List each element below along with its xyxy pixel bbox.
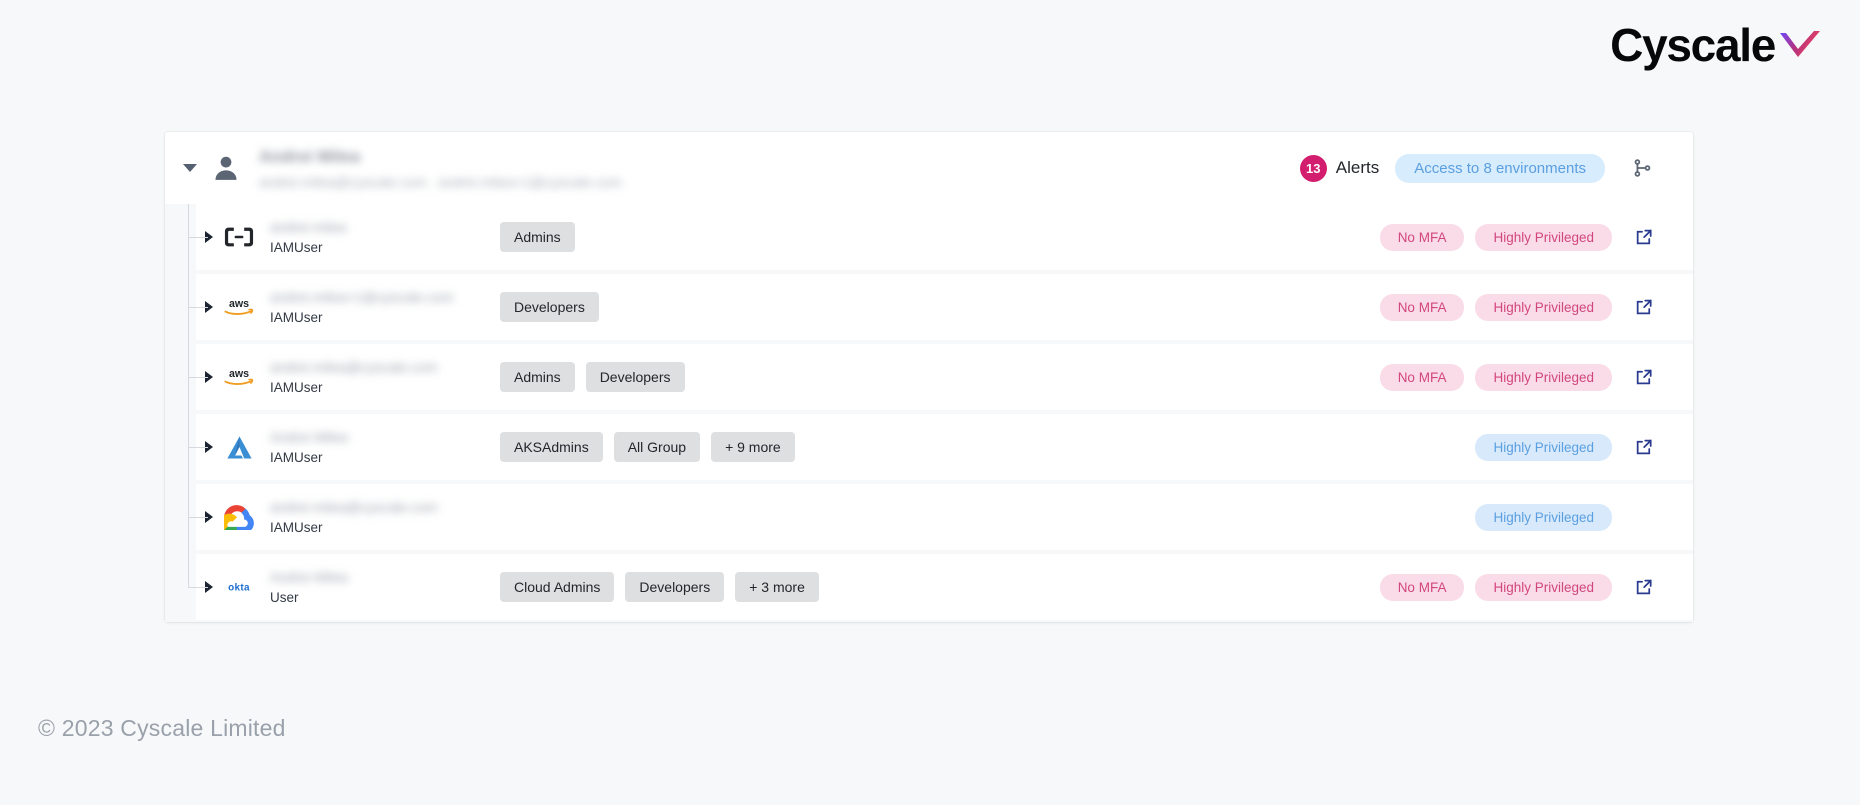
external-link-icon[interactable]	[1629, 432, 1659, 462]
identity-name: andrei.milea	[270, 219, 347, 235]
identity-rows-container: andrei.milea IAMUser Admins No MFA Highly Pr…	[165, 204, 1693, 622]
group-chips: Admins Developers	[500, 362, 685, 392]
environments-pill[interactable]: Access to 8 environments	[1395, 153, 1605, 183]
identity-info: andrei.milea IAMUser	[270, 219, 478, 255]
user-identity-block: Andrei Milea andrei.milea@cyscale.com . …	[259, 147, 622, 190]
row-tags-actions: No MFA Highly Privileged	[1379, 572, 1659, 602]
user-header-row[interactable]: Andrei Milea andrei.milea@cyscale.com . …	[165, 132, 1693, 204]
row-tags-actions: No MFA Highly Privileged	[1379, 362, 1659, 392]
identity-name: andrei.milea@cyscale.com	[270, 359, 438, 375]
brand-logo: Cyscale	[1610, 22, 1822, 68]
status-badge-risk: Highly Privileged	[1475, 573, 1612, 601]
identity-info: andrei.milea@cyscale.com IAMUser	[270, 359, 478, 395]
branch-graph-icon[interactable]	[1625, 151, 1659, 185]
user-emails: andrei.milea@cyscale.com . andrei.milea+…	[259, 173, 622, 190]
status-badge-risk: No MFA	[1379, 293, 1465, 321]
group-chip[interactable]: Admins	[500, 362, 575, 392]
row-tags-actions: No MFA Highly Privileged	[1379, 292, 1659, 322]
group-chip[interactable]: Developers	[500, 292, 599, 322]
user-header-actions: 13 Alerts Access to 8 environments	[1299, 151, 1659, 185]
tree-branch-connector	[188, 517, 208, 518]
identity-name: andrei.milea@cyscale.com	[270, 499, 438, 515]
svg-text:okta: okta	[228, 582, 250, 593]
identity-info: Andrei Milea User	[270, 569, 478, 605]
external-link-icon[interactable]	[1629, 362, 1659, 392]
status-badge-risk: Highly Privileged	[1475, 223, 1612, 251]
expand-collapse-toggle[interactable]	[177, 164, 203, 172]
identity-type: IAMUser	[270, 240, 323, 255]
tree-branch-connector	[188, 237, 208, 238]
aws-icon: aws	[222, 362, 256, 392]
identity-name: andrei.milea+1@cyscale.com	[270, 289, 454, 305]
row-tags-actions: Highly Privileged	[1475, 432, 1659, 462]
alibaba-cloud-icon	[222, 222, 256, 252]
identity-row[interactable]: Andrei Milea IAMUser AKSAdmins All Group + 9…	[188, 414, 1693, 480]
identity-type: IAMUser	[270, 310, 323, 325]
status-badge-risk: No MFA	[1379, 363, 1465, 391]
tree-branch-connector	[188, 447, 208, 448]
user-avatar-icon	[209, 151, 243, 185]
group-chip[interactable]: Developers	[585, 362, 685, 392]
group-chips: AKSAdmins All Group + 9 more	[500, 432, 795, 462]
group-chip[interactable]: + 9 more	[711, 432, 795, 462]
identity-row[interactable]: aws andrei.milea+1@cyscale.com IAMUser Deve…	[188, 274, 1693, 340]
identity-info: Andrei Milea IAMUser	[270, 429, 478, 465]
group-chip[interactable]: Cloud Admins	[500, 572, 615, 602]
group-chip[interactable]: Admins	[500, 222, 575, 252]
identity-row[interactable]: andrei.milea@cyscale.com IAMUser Highly Pr…	[188, 484, 1693, 550]
tree-branch-connector	[188, 307, 208, 308]
external-link-icon[interactable]	[1629, 222, 1659, 252]
identity-name: Andrei Milea	[270, 569, 348, 585]
aws-icon: aws	[222, 292, 256, 322]
brand-wordmark: Cyscale	[1610, 19, 1776, 71]
identity-info: andrei.milea@cyscale.com IAMUser	[270, 499, 478, 535]
identity-row[interactable]: okta Andrei Milea User Cloud Admins Develope…	[188, 554, 1693, 620]
group-chip[interactable]: Developers	[625, 572, 725, 602]
google-cloud-icon	[222, 502, 256, 532]
identity-type: IAMUser	[270, 380, 323, 395]
identity-type: User	[270, 590, 299, 605]
okta-icon: okta	[222, 572, 256, 602]
alerts-count-badge: 13	[1299, 154, 1327, 182]
cyscale-checkmark-icon	[1778, 30, 1822, 64]
tree-spine-line	[188, 204, 189, 587]
identity-card: Andrei Milea andrei.milea@cyscale.com . …	[165, 132, 1693, 622]
chevron-down-icon	[183, 164, 197, 172]
status-badge-risk: No MFA	[1379, 223, 1465, 251]
svg-text:aws: aws	[229, 298, 249, 310]
alerts-label: Alerts	[1335, 158, 1380, 177]
identity-row[interactable]: andrei.milea IAMUser Admins No MFA Highly Pr…	[188, 204, 1693, 270]
footer-copyright: © 2023 Cyscale Limited	[38, 715, 286, 741]
azure-icon	[222, 432, 256, 462]
external-link-icon[interactable]	[1629, 292, 1659, 322]
identity-info: andrei.milea+1@cyscale.com IAMUser	[270, 289, 478, 325]
status-badge-risk: No MFA	[1379, 573, 1465, 601]
group-chips: Cloud Admins Developers + 3 more	[500, 572, 819, 602]
user-name: Andrei Milea	[259, 146, 361, 166]
identity-row[interactable]: aws andrei.milea@cyscale.com IAMUser Admins…	[188, 344, 1693, 410]
external-link-icon[interactable]	[1629, 572, 1659, 602]
status-badge-info: Highly Privileged	[1475, 503, 1612, 531]
identity-type: IAMUser	[270, 450, 323, 465]
identity-type: IAMUser	[270, 520, 323, 535]
row-tags-actions: Highly Privileged	[1475, 503, 1659, 531]
identity-name: Andrei Milea	[270, 429, 348, 445]
status-badge-info: Highly Privileged	[1475, 433, 1612, 461]
svg-text:aws: aws	[229, 368, 249, 380]
row-tags-actions: No MFA Highly Privileged	[1379, 222, 1659, 252]
tree-branch-connector	[188, 587, 208, 588]
status-badge-risk: Highly Privileged	[1475, 293, 1612, 321]
group-chip[interactable]: + 3 more	[735, 572, 819, 602]
group-chip[interactable]: AKSAdmins	[500, 432, 603, 462]
tree-branch-connector	[188, 377, 208, 378]
status-badge-risk: Highly Privileged	[1475, 363, 1612, 391]
group-chips: Developers	[500, 292, 599, 322]
alerts-indicator[interactable]: 13 Alerts	[1299, 154, 1380, 182]
group-chips: Admins	[500, 222, 575, 252]
group-chip[interactable]: All Group	[613, 432, 701, 462]
